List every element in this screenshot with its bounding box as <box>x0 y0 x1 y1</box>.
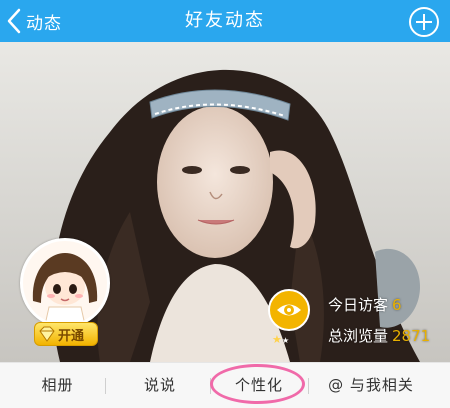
vip-label: 开通 <box>58 328 85 344</box>
total-views-row: 总浏览量 2871 <box>328 321 430 352</box>
visitor-today-label: 今日访客 <box>328 296 389 314</box>
vip-open-button[interactable]: 开通 <box>34 322 98 346</box>
total-views-value: 2871 <box>392 327 431 345</box>
avatar-image <box>23 241 107 325</box>
add-button[interactable] <box>408 6 440 38</box>
plus-circle-icon <box>409 7 439 37</box>
sparkle-icon-small: ★ <box>282 336 290 345</box>
tab-divider <box>308 378 309 394</box>
visitor-eye-button[interactable] <box>268 289 310 331</box>
visitor-today-row: 今日访客 6 <box>328 290 430 321</box>
visitor-stats: 今日访客 6 总浏览量 2871 <box>328 290 430 352</box>
tab-album[interactable]: 相册 <box>20 363 95 408</box>
tab-divider <box>105 378 106 394</box>
visitor-today-value: 6 <box>392 296 402 314</box>
page-title: 好友动态 <box>185 10 265 31</box>
eye-icon <box>277 304 301 316</box>
top-nav-bar: 动态 好友动态 <box>0 0 450 42</box>
tab-posts[interactable]: 说说 <box>115 363 205 408</box>
highlight-circle <box>210 364 305 404</box>
diamond-icon <box>39 326 55 342</box>
avatar[interactable] <box>20 238 110 328</box>
sparkle-icon: ★ <box>272 333 282 346</box>
total-views-label: 总浏览量 <box>328 327 389 345</box>
tab-mentions[interactable]: @ 与我相关 <box>312 363 430 408</box>
